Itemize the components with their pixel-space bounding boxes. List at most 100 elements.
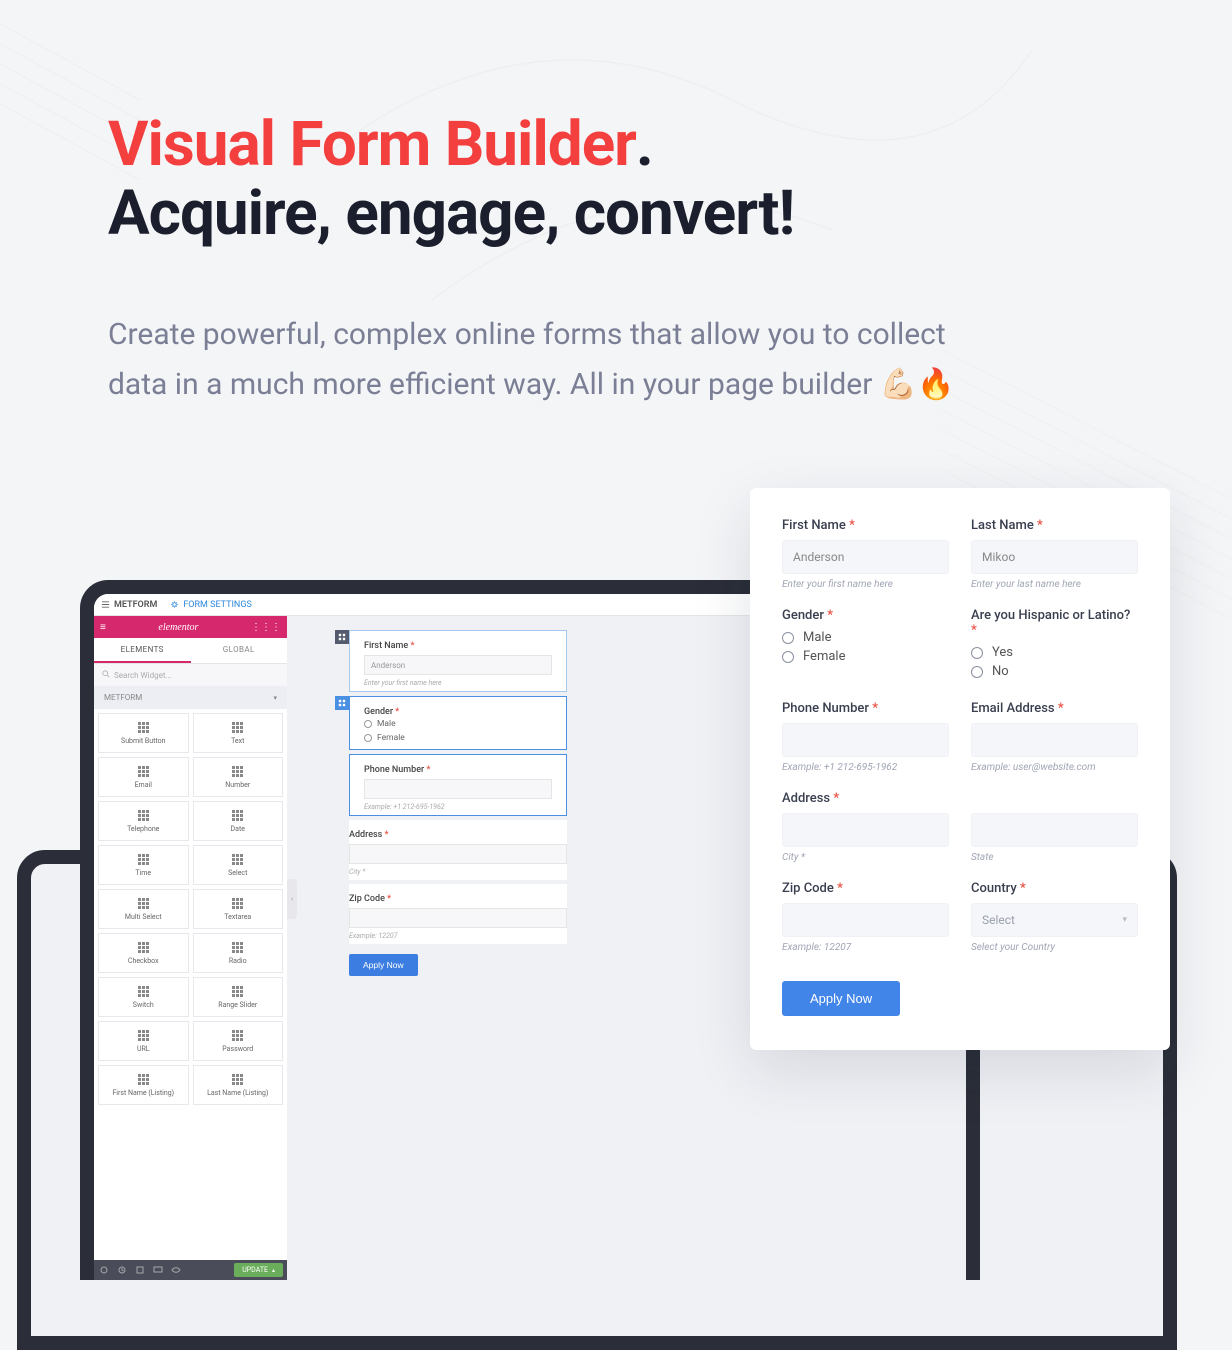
section-header-metform[interactable]: METFORM ▾ xyxy=(94,686,287,709)
label-zip: Zip Code * xyxy=(782,881,949,896)
label-first-name: First Name * xyxy=(782,518,949,533)
update-button[interactable]: UPDATE ▴ xyxy=(234,1263,283,1277)
sidebar-collapse-handle[interactable]: ‹ xyxy=(287,879,297,919)
widget-last-name-listing-[interactable]: Last Name (Listing) xyxy=(193,1065,284,1105)
help-country: Select your Country xyxy=(971,942,1138,953)
widget-textarea[interactable]: Textarea xyxy=(193,889,284,929)
input-state[interactable] xyxy=(971,813,1138,847)
chevron-up-icon: ▴ xyxy=(272,1267,275,1274)
revisions-icon[interactable] xyxy=(116,1264,128,1276)
canvas-block-address[interactable]: Address * City * xyxy=(349,820,567,880)
apply-now-button[interactable]: Apply Now xyxy=(782,981,900,1016)
menu-icon[interactable] xyxy=(100,600,110,610)
grip-icon xyxy=(138,766,149,777)
widget-radio[interactable]: Radio xyxy=(193,933,284,973)
block-handle-icon[interactable] xyxy=(335,630,349,644)
input-first-name[interactable]: Anderson xyxy=(782,540,949,574)
input-city[interactable] xyxy=(782,813,949,847)
history-icon[interactable] xyxy=(134,1264,146,1276)
grip-icon xyxy=(232,942,243,953)
radio-female[interactable]: Female xyxy=(782,649,949,664)
chevron-down-icon: ▾ xyxy=(273,694,277,702)
hero-heading: Visual Form Builder. Acquire, engage, co… xyxy=(108,108,1008,250)
grip-icon xyxy=(232,986,243,997)
canvas-input-first-name[interactable]: Anderson xyxy=(364,655,552,675)
input-phone[interactable] xyxy=(782,723,949,757)
label-gender: Gender * xyxy=(782,608,949,623)
input-zip[interactable] xyxy=(782,903,949,937)
select-country[interactable]: Select▾ xyxy=(971,903,1138,937)
canvas-input-zip[interactable] xyxy=(349,908,567,928)
responsive-icon[interactable] xyxy=(152,1264,164,1276)
widget-password[interactable]: Password xyxy=(193,1021,284,1061)
label-email: Email Address * xyxy=(971,701,1138,716)
label-state-spacer xyxy=(971,791,1138,806)
widget-checkbox[interactable]: Checkbox xyxy=(98,933,189,973)
input-last-name[interactable]: Mikoo xyxy=(971,540,1138,574)
help-city: City * xyxy=(782,852,949,863)
canvas-block-zip[interactable]: Zip Code * Example: 12207 xyxy=(349,884,567,944)
widget-range-slider[interactable]: Range Slider xyxy=(193,977,284,1017)
canvas-block-phone[interactable]: Phone Number * Example: +1 212-695-1962 xyxy=(349,754,567,816)
widget-text[interactable]: Text xyxy=(193,713,284,753)
grip-icon xyxy=(232,854,243,865)
widget-date[interactable]: Date xyxy=(193,801,284,841)
elementor-header: ≡ elementor ⋮⋮⋮ xyxy=(94,616,287,638)
widget-search[interactable]: Search Widget... xyxy=(94,664,287,686)
widget-grid: Submit ButtonTextEmailNumberTelephoneDat… xyxy=(94,709,287,1109)
widget-submit-button[interactable]: Submit Button xyxy=(98,713,189,753)
help-email: Example: user@website.com xyxy=(971,762,1138,773)
widget-multi-select[interactable]: Multi Select xyxy=(98,889,189,929)
canvas-apply-button[interactable]: Apply Now xyxy=(349,954,418,976)
widget-first-name-listing-[interactable]: First Name (Listing) xyxy=(98,1065,189,1105)
input-email[interactable] xyxy=(971,723,1138,757)
widget-telephone[interactable]: Telephone xyxy=(98,801,189,841)
grip-icon xyxy=(232,1030,243,1041)
label-country: Country * xyxy=(971,881,1138,896)
widget-email[interactable]: Email xyxy=(98,757,189,797)
block-handle-icon[interactable] xyxy=(335,696,349,710)
form-preview-card: First Name * Anderson Enter your first n… xyxy=(750,488,1170,1050)
widget-switch[interactable]: Switch xyxy=(98,977,189,1017)
radio-icon xyxy=(971,647,983,659)
editor-footer: UPDATE ▴ xyxy=(94,1260,287,1280)
grip-icon xyxy=(138,1074,149,1085)
radio-icon xyxy=(782,632,794,644)
canvas-block-first-name[interactable]: First Name * Anderson Enter your first n… xyxy=(349,630,567,692)
label-address: Address * xyxy=(782,791,949,806)
grip-icon xyxy=(138,854,149,865)
settings-icon[interactable] xyxy=(98,1264,110,1276)
form-settings-link[interactable]: FORM SETTINGS xyxy=(169,600,252,610)
chevron-down-icon: ▾ xyxy=(1122,915,1127,925)
grip-icon xyxy=(232,1074,243,1085)
help-last-name: Enter your last name here xyxy=(971,579,1138,590)
canvas-input-address[interactable] xyxy=(349,844,567,864)
widget-url[interactable]: URL xyxy=(98,1021,189,1061)
canvas-block-gender[interactable]: Gender * Male Female xyxy=(349,696,567,750)
heading-accent: Visual Form Builder xyxy=(108,108,636,181)
preview-icon[interactable] xyxy=(170,1264,182,1276)
radio-male[interactable]: Male xyxy=(782,630,949,645)
tab-elements[interactable]: ELEMENTS xyxy=(94,638,191,663)
widget-number[interactable]: Number xyxy=(193,757,284,797)
widget-time[interactable]: Time xyxy=(98,845,189,885)
grip-icon xyxy=(138,810,149,821)
radio-yes[interactable]: Yes xyxy=(971,645,1138,660)
hero-subheading: Create powerful, complex online forms th… xyxy=(108,310,988,409)
widget-select[interactable]: Select xyxy=(193,845,284,885)
canvas-radio-male[interactable]: Male xyxy=(364,717,552,731)
topbar-title: METFORM xyxy=(114,600,157,610)
radio-no[interactable]: No xyxy=(971,664,1138,679)
help-state: State xyxy=(971,852,1138,863)
canvas-radio-female[interactable]: Female xyxy=(364,731,552,745)
help-zip: Example: 12207 xyxy=(782,942,949,953)
tab-global[interactable]: GLOBAL xyxy=(191,638,288,663)
grip-icon xyxy=(138,1030,149,1041)
grip-icon xyxy=(138,986,149,997)
apps-icon[interactable]: ⋮⋮⋮ xyxy=(251,622,281,633)
heading-main: Acquire, engage, convert! xyxy=(108,177,1008,250)
hamburger-icon[interactable]: ≡ xyxy=(100,622,106,633)
gear-icon xyxy=(169,600,179,610)
editor-sidebar: ELEMENTS GLOBAL Search Widget... METFORM… xyxy=(94,638,287,1278)
canvas-input-phone[interactable] xyxy=(364,779,552,799)
